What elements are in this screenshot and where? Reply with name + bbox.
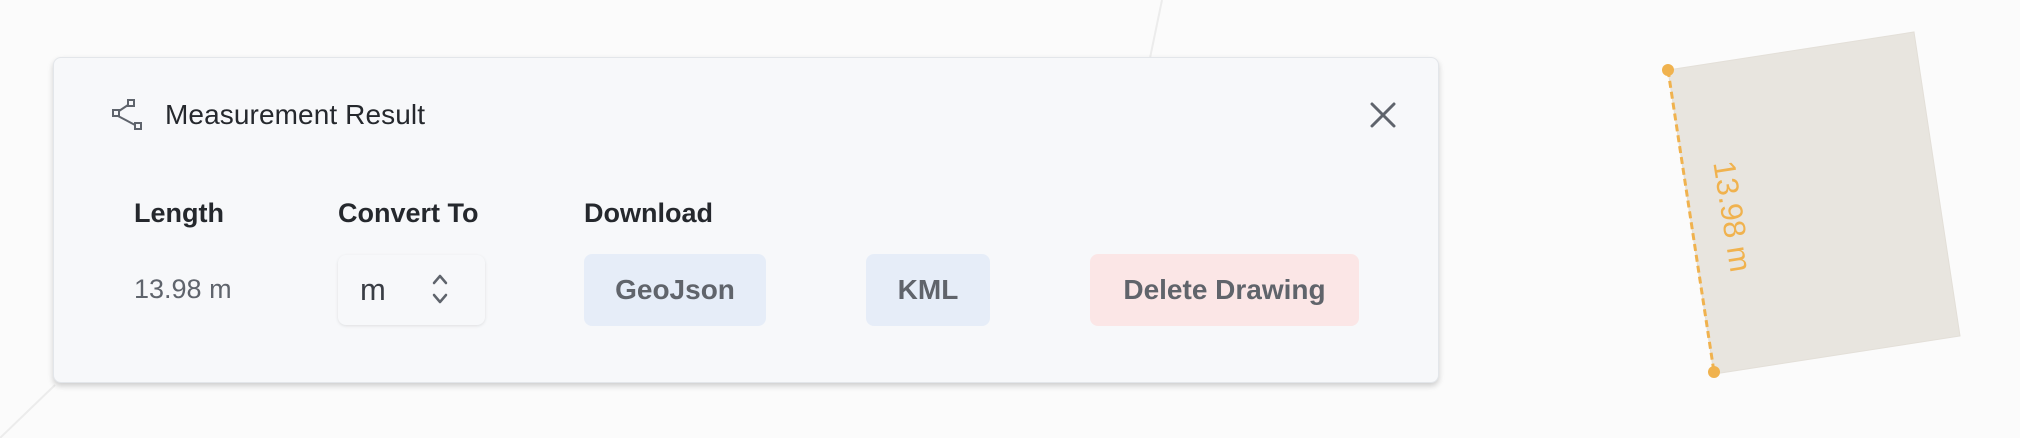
measurement-vertex[interactable] bbox=[1662, 64, 1674, 76]
close-icon bbox=[1370, 102, 1396, 128]
measure-line-icon bbox=[112, 99, 142, 130]
close-button[interactable] bbox=[1364, 96, 1402, 134]
length-value: 13.98 m bbox=[134, 274, 232, 304]
convert-to-header: Convert To bbox=[338, 198, 479, 228]
measurement-vertex[interactable] bbox=[1708, 366, 1720, 378]
unit-select[interactable]: m bbox=[338, 255, 485, 325]
unit-select-value: m bbox=[360, 272, 386, 307]
geojson-download-button[interactable]: GeoJson bbox=[584, 254, 766, 326]
length-header: Length bbox=[134, 198, 224, 228]
measurement-result-panel: Measurement Result Length Convert To Dow… bbox=[53, 57, 1439, 383]
delete-drawing-button[interactable]: Delete Drawing bbox=[1090, 254, 1359, 326]
download-header: Download bbox=[584, 198, 713, 228]
kml-download-button[interactable]: KML bbox=[866, 254, 990, 326]
map-road-line bbox=[0, 384, 56, 438]
chevron-up-down-icon bbox=[432, 274, 448, 304]
panel-title: Measurement Result bbox=[165, 99, 426, 130]
map-road-line bbox=[1149, 0, 1163, 59]
measured-polygon[interactable] bbox=[1667, 31, 1961, 375]
